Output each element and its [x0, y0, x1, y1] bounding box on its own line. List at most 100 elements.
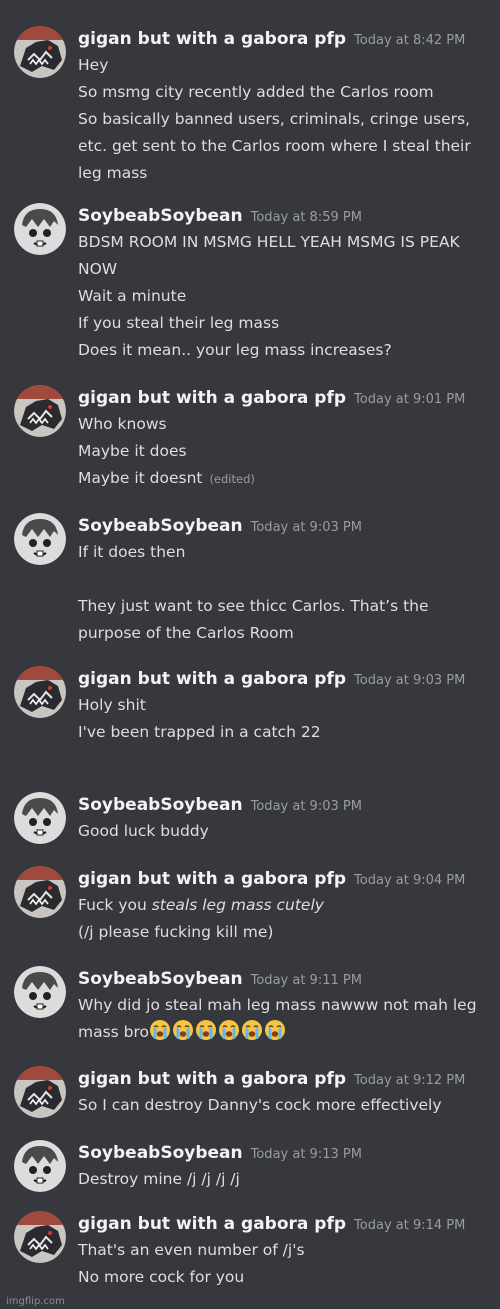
loudly-crying-face-icon	[196, 1020, 217, 1040]
gigan-avatar-image	[14, 1211, 66, 1263]
timestamp[interactable]: Today at 8:59 PM	[251, 210, 362, 225]
message-text: They just want to see thicc Carlos. That…	[78, 597, 429, 642]
loudly-crying-face-icon	[265, 1020, 286, 1040]
italic-text: steals leg mass cutely	[151, 896, 324, 914]
message-content: gigan but with a gabora pfp Today at 9:04…	[78, 866, 492, 946]
timestamp[interactable]: Today at 8:42 PM	[354, 33, 465, 48]
soybean-avatar[interactable]	[14, 966, 66, 1018]
message-content: SoybeabSoybean Today at 9:11 PM Why did j…	[78, 966, 492, 1046]
gigan-avatar[interactable]	[14, 385, 66, 437]
message-text: So I can destroy Danny's cock more effec…	[78, 1096, 442, 1114]
edited-label: (edited)	[209, 472, 255, 486]
gigan-avatar-image	[14, 866, 66, 918]
message-content: gigan but with a gabora pfp Today at 9:01…	[78, 385, 492, 493]
message-header: gigan but with a gabora pfp Today at 9:03…	[78, 666, 492, 692]
message-content: gigan but with a gabora pfp Today at 8:42…	[78, 26, 492, 187]
message-content: SoybeabSoybean Today at 8:59 PM BDSM ROOM…	[78, 203, 492, 364]
message-text-blank	[78, 566, 492, 593]
message-content: gigan but with a gabora pfp Today at 9:12…	[78, 1066, 492, 1119]
username[interactable]: gigan but with a gabora pfp	[78, 1069, 346, 1089]
loudly-crying-face-icon	[150, 1020, 171, 1040]
gigan-avatar-image	[14, 26, 66, 78]
loudly-crying-face-icon	[173, 1020, 194, 1040]
message-text: Hey	[78, 56, 109, 74]
message-text: Destroy mine /j /j /j /j	[78, 1170, 240, 1188]
timestamp[interactable]: Today at 9:12 PM	[354, 1073, 465, 1088]
message-text: So basically banned users, criminals, cr…	[78, 110, 471, 182]
soybean-avatar[interactable]	[14, 513, 66, 565]
timestamp[interactable]: Today at 9:11 PM	[251, 973, 362, 988]
message-text: Maybe it does	[78, 442, 187, 460]
message-text: Holy shit	[78, 696, 146, 714]
emoji-row	[149, 1020, 287, 1041]
username[interactable]: SoybeabSoybean	[78, 969, 243, 989]
soybean-avatar[interactable]	[14, 203, 66, 255]
loudly-crying-face-icon	[242, 1020, 263, 1040]
username[interactable]: SoybeabSoybean	[78, 206, 243, 226]
message-text: (/j please fucking kill me)	[78, 923, 274, 941]
soybean-avatar[interactable]	[14, 1140, 66, 1192]
message-header: gigan but with a gabora pfp Today at 9:14…	[78, 1211, 492, 1237]
message-header: SoybeabSoybean Today at 9:11 PM	[78, 966, 492, 992]
message-header: gigan but with a gabora pfp Today at 9:12…	[78, 1066, 492, 1092]
message-content: SoybeabSoybean Today at 9:13 PM Destroy m…	[78, 1140, 492, 1193]
message-header: SoybeabSoybean Today at 9:13 PM	[78, 1140, 492, 1166]
soybean-avatar-image	[14, 966, 66, 1018]
soybean-avatar-image	[14, 1140, 66, 1192]
message-content: SoybeabSoybean Today at 9:03 PM Good luck…	[78, 792, 492, 845]
gigan-avatar-image	[14, 1066, 66, 1118]
username[interactable]: SoybeabSoybean	[78, 1143, 243, 1163]
loudly-crying-face-icon	[219, 1020, 240, 1040]
timestamp[interactable]: Today at 9:03 PM	[251, 520, 362, 535]
username[interactable]: SoybeabSoybean	[78, 795, 243, 815]
message-text: Does it mean.. your leg mass increases?	[78, 341, 392, 359]
message-content: gigan but with a gabora pfp Today at 9:14…	[78, 1211, 492, 1291]
username[interactable]: gigan but with a gabora pfp	[78, 1214, 346, 1234]
username[interactable]: gigan but with a gabora pfp	[78, 869, 346, 889]
timestamp[interactable]: Today at 9:13 PM	[251, 1147, 362, 1162]
message-text: If it does then	[78, 543, 186, 561]
message-content: SoybeabSoybean Today at 9:03 PM If it doe…	[78, 513, 492, 647]
timestamp[interactable]: Today at 9:03 PM	[354, 673, 465, 688]
soybean-avatar-image	[14, 792, 66, 844]
timestamp[interactable]: Today at 9:04 PM	[354, 873, 465, 888]
message-text: If you steal their leg mass	[78, 314, 280, 332]
username[interactable]: gigan but with a gabora pfp	[78, 669, 346, 689]
username[interactable]: gigan but with a gabora pfp	[78, 388, 346, 408]
gigan-avatar[interactable]	[14, 1066, 66, 1118]
gigan-avatar-image	[14, 666, 66, 718]
message-text: Why did jo steal mah leg mass nawww not …	[78, 992, 492, 1046]
timestamp[interactable]: Today at 9:01 PM	[354, 392, 465, 407]
message-header: gigan but with a gabora pfp Today at 8:42…	[78, 26, 492, 52]
message-content: gigan but with a gabora pfp Today at 9:03…	[78, 666, 492, 746]
watermark: imgflip.com	[6, 1296, 65, 1307]
message-text: Maybe it doesnt (edited)	[78, 465, 492, 493]
message-text: That's an even number of /j's	[78, 1241, 305, 1259]
message-text: BDSM ROOM IN MSMG HELL YEAH MSMG IS PEAK…	[78, 233, 460, 278]
message-header: gigan but with a gabora pfp Today at 9:01…	[78, 385, 492, 411]
message-header: SoybeabSoybean Today at 9:03 PM	[78, 513, 492, 539]
soybean-avatar[interactable]	[14, 792, 66, 844]
gigan-avatar-image	[14, 385, 66, 437]
message-text: So msmg city recently added the Carlos r…	[78, 83, 434, 101]
message-header: SoybeabSoybean Today at 8:59 PM	[78, 203, 492, 229]
message-text: Who knows	[78, 415, 167, 433]
timestamp[interactable]: Today at 9:14 PM	[354, 1218, 465, 1233]
username[interactable]: SoybeabSoybean	[78, 516, 243, 536]
gigan-avatar[interactable]	[14, 666, 66, 718]
gigan-avatar[interactable]	[14, 866, 66, 918]
soybean-avatar-image	[14, 203, 66, 255]
soybean-avatar-image	[14, 513, 66, 565]
gigan-avatar[interactable]	[14, 1211, 66, 1263]
message-text: I've been trapped in a catch 22	[78, 723, 321, 741]
gigan-avatar[interactable]	[14, 26, 66, 78]
message-text: Good luck buddy	[78, 822, 209, 840]
message-header: gigan but with a gabora pfp Today at 9:04…	[78, 866, 492, 892]
message-text: Fuck you steals leg mass cutely	[78, 892, 492, 919]
timestamp[interactable]: Today at 9:03 PM	[251, 799, 362, 814]
message-text: No more cock for you	[78, 1268, 245, 1286]
message-header: SoybeabSoybean Today at 9:03 PM	[78, 792, 492, 818]
message-text: Wait a minute	[78, 287, 187, 305]
message-text-span: Fuck you	[78, 896, 152, 914]
username[interactable]: gigan but with a gabora pfp	[78, 29, 346, 49]
